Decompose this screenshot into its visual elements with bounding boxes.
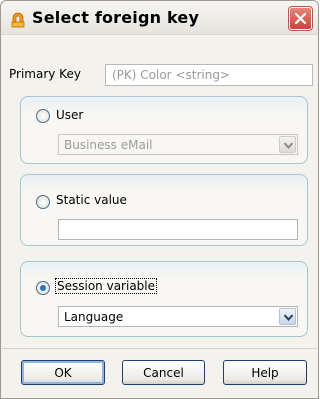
primary-key-label: Primary Key: [9, 67, 81, 81]
primary-key-row: Primary Key (PK) Color <string>: [9, 64, 313, 86]
session-variable-select-value: Language: [64, 310, 124, 324]
session-variable-select[interactable]: Language: [58, 306, 298, 327]
primary-key-field: (PK) Color <string>: [105, 64, 313, 86]
dialog-title: Select foreign key: [32, 8, 200, 27]
static-value-radio-label[interactable]: Static value: [56, 193, 127, 207]
chevron-down-icon[interactable]: [279, 308, 296, 325]
cancel-button[interactable]: Cancel: [122, 360, 205, 385]
session-variable-group: Session variable Language: [20, 261, 308, 337]
key-lock-icon: [9, 10, 27, 28]
user-radio[interactable]: [36, 109, 50, 123]
button-bar-divider: [2, 348, 319, 349]
user-field-select-value: Business eMail: [64, 138, 153, 152]
session-variable-radio[interactable]: [36, 281, 50, 295]
user-group: User Business eMail: [20, 96, 308, 164]
user-field-select: Business eMail: [58, 134, 298, 155]
static-value-input[interactable]: [58, 219, 298, 240]
title-bar[interactable]: Select foreign key: [1, 1, 318, 35]
static-value-radio[interactable]: [36, 195, 50, 209]
static-value-group: Static value: [20, 174, 308, 246]
radio-selected-dot: [40, 285, 46, 291]
close-icon: [294, 12, 307, 25]
chevron-down-icon: [279, 136, 296, 153]
session-variable-label-text: Session variable: [55, 278, 158, 294]
session-variable-radio-label[interactable]: Session variable: [55, 278, 158, 294]
select-foreign-key-dialog: Select foreign key Primary Key (PK) Colo…: [0, 0, 319, 399]
close-button[interactable]: [288, 6, 313, 31]
help-button[interactable]: Help: [223, 360, 307, 385]
user-radio-label[interactable]: User: [56, 108, 83, 122]
ok-button[interactable]: OK: [21, 360, 105, 385]
